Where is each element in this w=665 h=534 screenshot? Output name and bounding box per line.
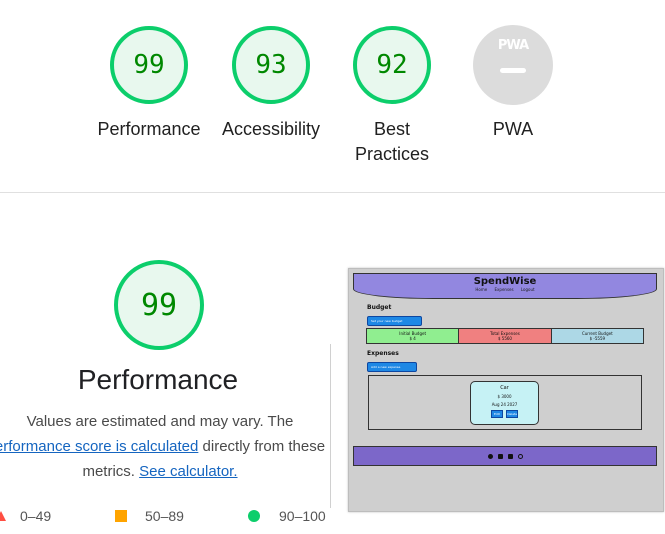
facebook-icon: [487, 453, 493, 459]
budget-cards: Initial Budget $ 4 Total Expenses $ 5560…: [366, 328, 644, 344]
legend-range: 90–100: [279, 508, 326, 524]
pwa-badge-text: PWA: [497, 38, 529, 53]
label-line: Practices: [354, 144, 430, 164]
performance-title: Performance: [77, 364, 239, 395]
desc-line: Values are estimated and may vary. The: [26, 413, 294, 430]
average-square-icon: [115, 510, 127, 522]
nav-item: Expenses: [494, 287, 514, 292]
expenses-heading: Expenses: [367, 350, 399, 357]
app-footer: [353, 446, 657, 466]
nav-item: Home: [475, 287, 488, 292]
card-total-expenses: Total Expenses $ 5560: [459, 329, 552, 343]
delete-expense-button: Delete: [506, 410, 519, 418]
gauge-label-accessibility: Accessibility: [221, 119, 321, 139]
expense-amount: $ 3000: [497, 394, 512, 399]
add-expense-button: Add a new expense: [367, 362, 417, 372]
gauge-pwa[interactable]: PWA: [473, 25, 553, 105]
budget-heading: Budget: [367, 304, 392, 311]
nav-item: Logout: [520, 287, 535, 292]
performance-gauge: 99: [113, 259, 205, 351]
gauge-score: 93: [255, 50, 287, 80]
performance-score: 99: [140, 287, 178, 323]
card-initial-budget: Initial Budget $ 4: [367, 329, 460, 343]
card-value: $ -5559: [589, 336, 606, 341]
gauge-score: 99: [133, 50, 165, 80]
legend-range: 0–49: [20, 508, 52, 524]
desc-text: metrics.: [82, 463, 140, 480]
final-screenshot[interactable]: SpendWise Home Expenses Logout Budget Se…: [348, 268, 664, 512]
instagram-icon: [517, 453, 523, 459]
section-divider: [0, 192, 665, 193]
youtube-icon: [507, 453, 513, 459]
twitter-icon: [497, 453, 503, 459]
desc-line: erformance score is calculated directly …: [0, 434, 340, 459]
card-value: $ 4: [409, 336, 416, 341]
legend-range: 50–89: [145, 508, 184, 524]
app-header: SpendWise Home Expenses Logout: [353, 273, 657, 299]
gauge-label-best-practices: Best Practices: [322, 117, 462, 167]
vertical-divider: [330, 344, 331, 508]
score-calculation-link[interactable]: erformance score is calculated: [0, 438, 198, 455]
app-brand: SpendWise: [473, 276, 537, 287]
set-budget-button: Set your new budget: [367, 316, 422, 326]
expense-name: Car: [500, 385, 509, 391]
see-calculator-link[interactable]: See calculator.: [139, 463, 237, 480]
label-line: Best: [373, 119, 411, 139]
app-nav: Home Expenses Logout: [354, 287, 656, 292]
desc-line: metrics. See calculator.: [0, 459, 340, 484]
gauge-score: 92: [376, 50, 408, 80]
desc-text: directly from these: [198, 438, 326, 455]
performance-description: Values are estimated and may vary. The e…: [0, 409, 340, 484]
fail-triangle-icon: [0, 511, 6, 521]
gauge-best-practices[interactable]: 92: [352, 25, 432, 105]
edit-expense-button: Edit: [490, 410, 503, 418]
card-value: $ 5560: [497, 336, 512, 341]
gauge-performance[interactable]: 99: [109, 25, 189, 105]
card-current-budget: Current Budget $ -5559: [551, 329, 643, 343]
expense-card: Car $ 3000 Aug 24 2027 Edit Delete: [470, 381, 539, 425]
pwa-badge-icon: [473, 25, 553, 105]
gauge-label-pwa: PWA: [492, 119, 534, 139]
pass-circle-icon: [248, 510, 260, 522]
gauge-accessibility[interactable]: 93: [231, 25, 311, 105]
gauge-label-performance: Performance: [97, 119, 201, 139]
